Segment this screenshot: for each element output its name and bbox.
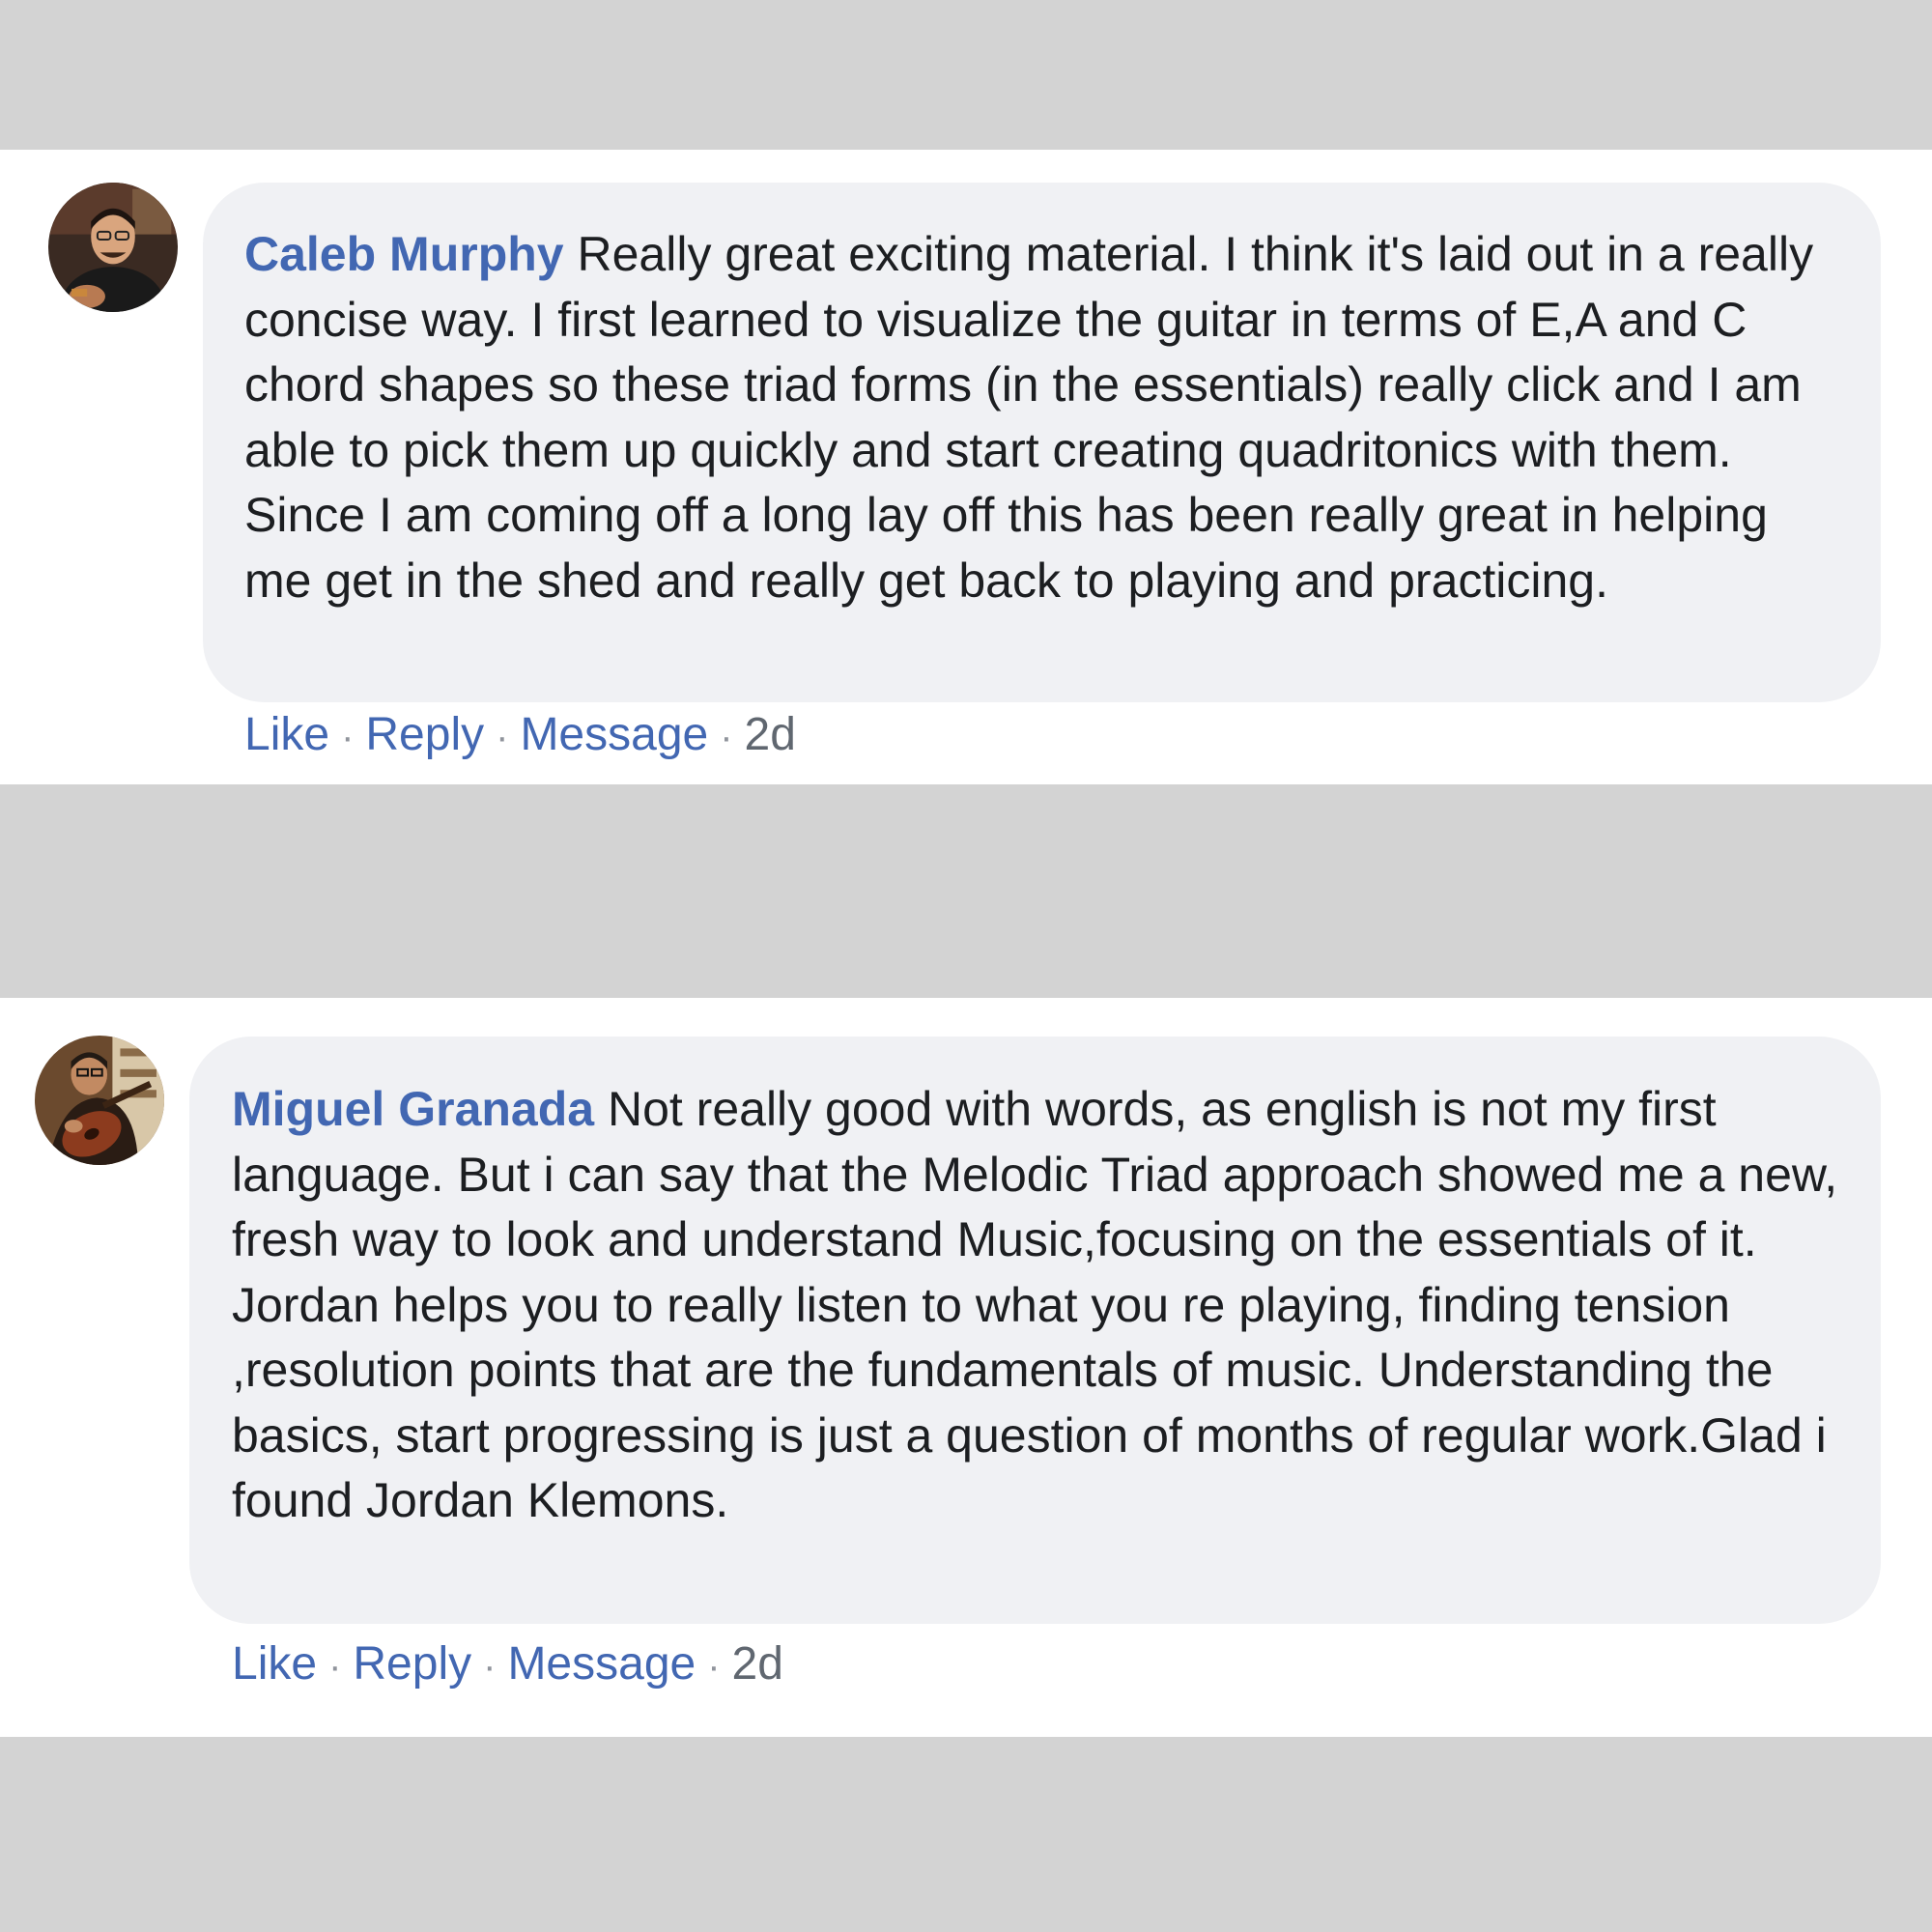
reply-link[interactable]: Reply [353, 1638, 471, 1690]
like-link[interactable]: Like [244, 709, 329, 760]
separator-dot: · [483, 1645, 497, 1688]
separator-dot: · [341, 716, 355, 758]
separator-dot: · [496, 716, 509, 758]
separator-dot: · [707, 1645, 721, 1688]
comment-bubble: Caleb Murphy Really great exciting mater… [203, 183, 1881, 702]
like-link[interactable]: Like [232, 1638, 317, 1690]
author-name-link[interactable]: Caleb Murphy [244, 227, 564, 281]
author-name-link[interactable]: Miguel Granada [232, 1082, 594, 1136]
timestamp[interactable]: 2d [745, 709, 796, 760]
timestamp[interactable]: 2d [732, 1638, 783, 1690]
avatar-icon[interactable] [48, 183, 178, 312]
comment-text: Really great exciting material. I think … [244, 227, 1814, 608]
comment-card: Miguel Granada Not really good with word… [0, 998, 1932, 1737]
comment-card: Caleb Murphy Really great exciting mater… [0, 150, 1932, 784]
reply-link[interactable]: Reply [365, 709, 484, 760]
comment-actions: Like · Reply · Message · 2d [244, 706, 796, 766]
comment-bubble: Miguel Granada Not really good with word… [189, 1037, 1881, 1624]
user-photo-guitar-icon [35, 1036, 164, 1165]
separator-dot: · [328, 1645, 342, 1688]
avatar-icon[interactable] [35, 1036, 164, 1165]
comment-actions: Like · Reply · Message · 2d [232, 1635, 783, 1695]
separator-dot: · [720, 716, 733, 758]
user-photo-icon [48, 183, 178, 312]
comment-text: Not really good with words, as english i… [232, 1082, 1838, 1527]
message-link[interactable]: Message [520, 709, 708, 760]
message-link[interactable]: Message [507, 1638, 696, 1690]
